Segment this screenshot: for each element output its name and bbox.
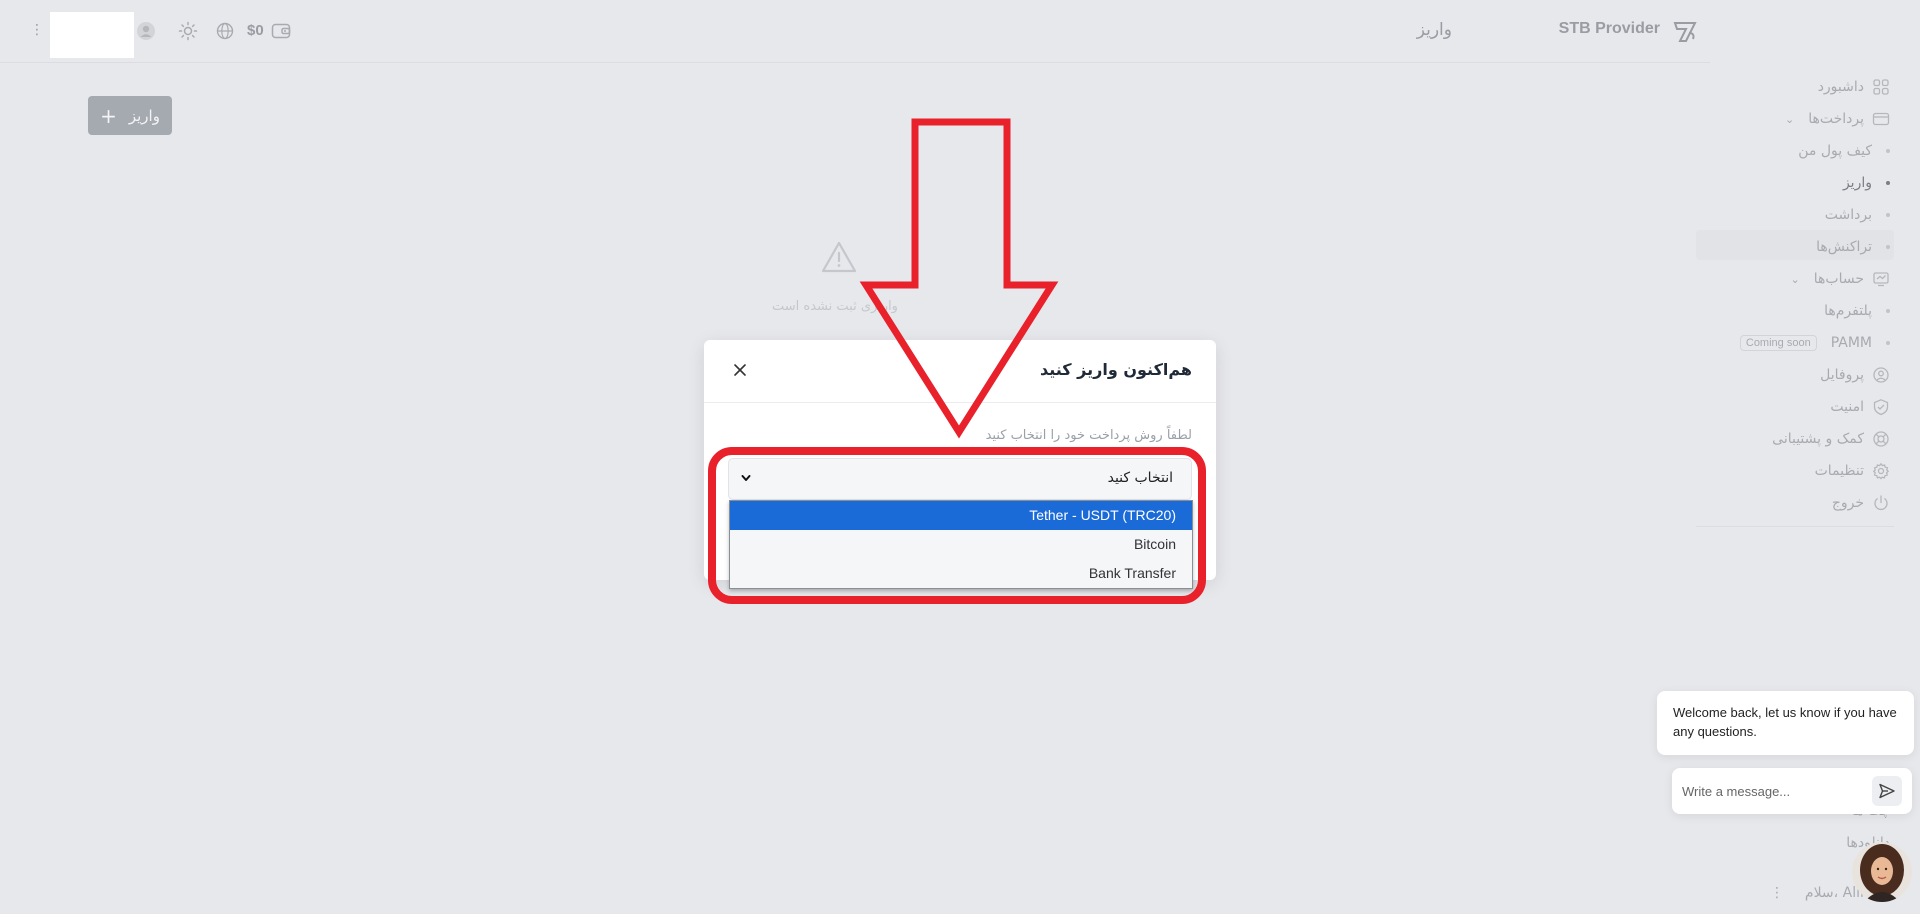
power-icon bbox=[1874, 495, 1888, 511]
chevron-down-icon: ⌄ bbox=[1784, 112, 1795, 126]
chat-message-input[interactable] bbox=[1682, 780, 1862, 802]
gear-icon bbox=[1872, 462, 1890, 480]
top-bar-blank-box bbox=[50, 12, 134, 58]
warning-icon bbox=[821, 241, 857, 273]
bullet-icon bbox=[1886, 149, 1890, 153]
payment-method-label: لطفاً روش پرداخت خود را انتخاب کنید bbox=[985, 428, 1192, 443]
chat-welcome-bubble: Welcome back, let us know if you have an… bbox=[1657, 691, 1914, 755]
bullet-icon bbox=[1886, 213, 1890, 217]
sidebar-item-profile[interactable]: پروفایل bbox=[1820, 362, 1890, 388]
sidebar-item-help[interactable]: کمک و پشتیبانی bbox=[1772, 426, 1890, 452]
sidebar-label: حساب‌ها bbox=[1813, 271, 1864, 287]
chat-agent-avatar[interactable] bbox=[1852, 842, 1912, 902]
sidebar-label: داشبورد bbox=[1817, 79, 1864, 95]
chat-input-box bbox=[1672, 768, 1912, 814]
sidebar-label: امنیت bbox=[1830, 399, 1864, 415]
plus-icon: + bbox=[100, 103, 117, 128]
bullet-icon bbox=[1886, 309, 1890, 313]
brand-name: STB Provider bbox=[1558, 20, 1660, 37]
bullet-icon bbox=[1886, 341, 1890, 345]
sidebar-item-pamm[interactable]: PAMM Coming soon bbox=[1739, 330, 1890, 356]
modal-header: هم‌اکنون واریز کنید bbox=[704, 340, 1216, 403]
agent-portrait-icon bbox=[1852, 842, 1912, 902]
sidebar-label: تراکنش‌ها bbox=[1816, 239, 1872, 255]
bullet-icon bbox=[1886, 245, 1890, 249]
payment-method-dropdown: Tether - USDT (TRC20) Bitcoin Bank Trans… bbox=[729, 500, 1193, 589]
sidebar-item-accounts[interactable]: حساب‌ها ⌄ bbox=[1791, 266, 1890, 292]
option-tether-usdt-trc20[interactable]: Tether - USDT (TRC20) bbox=[730, 501, 1192, 530]
top-bar: ⋮ $0 واریز STB Provider bbox=[0, 0, 1710, 63]
balance-amount: $0 bbox=[247, 22, 264, 39]
sidebar-label: پرداخت‌ها bbox=[1808, 111, 1864, 127]
grid-icon bbox=[1873, 79, 1889, 95]
close-icon[interactable] bbox=[732, 362, 748, 378]
shield-icon bbox=[1873, 399, 1889, 416]
globe-icon[interactable] bbox=[215, 21, 235, 41]
sidebar-item-transactions[interactable]: تراکنش‌ها bbox=[1816, 234, 1890, 260]
send-button[interactable] bbox=[1872, 776, 1902, 806]
modal-title: هم‌اکنون واریز کنید bbox=[1040, 360, 1192, 379]
send-icon bbox=[1879, 783, 1895, 799]
sidebar-item-withdraw[interactable]: برداشت bbox=[1825, 202, 1890, 228]
credit-card-icon bbox=[1872, 112, 1890, 126]
deposit-button[interactable]: واریز + bbox=[88, 96, 172, 135]
bullet-icon bbox=[1886, 181, 1890, 185]
sidebar-item-platforms[interactable]: پلتفرم‌ها bbox=[1824, 298, 1890, 324]
option-bitcoin[interactable]: Bitcoin bbox=[730, 530, 1192, 559]
user-circle-icon bbox=[1873, 367, 1889, 383]
sidebar-label: پروفایل bbox=[1820, 367, 1864, 383]
user-menu-kebab-icon[interactable]: ⋮ bbox=[1770, 885, 1784, 901]
user-avatar-icon[interactable] bbox=[136, 21, 156, 41]
empty-state-text: واریزی ثبت نشده است bbox=[772, 299, 898, 314]
chevron-down-icon: ⌄ bbox=[1790, 272, 1800, 286]
deposit-button-label: واریز bbox=[128, 106, 160, 125]
sidebar-item-security[interactable]: امنیت bbox=[1830, 394, 1890, 420]
sidebar-divider bbox=[1696, 526, 1894, 527]
option-bank-transfer[interactable]: Bank Transfer bbox=[730, 559, 1192, 588]
select-current-value: انتخاب کنید bbox=[1107, 470, 1173, 486]
sidebar-item-settings[interactable]: تنظیمات bbox=[1815, 458, 1890, 484]
sidebar-label: کیف پول من bbox=[1798, 143, 1872, 159]
sidebar-label: PAMM bbox=[1830, 335, 1872, 351]
wallet-icon[interactable] bbox=[271, 22, 291, 40]
chevron-down-icon bbox=[741, 475, 751, 481]
coming-soon-badge: Coming soon bbox=[1739, 335, 1817, 351]
sidebar-label: خروج bbox=[1831, 495, 1864, 511]
sidebar-item-dashboard[interactable]: داشبورد bbox=[1818, 74, 1890, 100]
sidebar-label: پلتفرم‌ها bbox=[1824, 303, 1872, 319]
sidebar-label: برداشت bbox=[1824, 207, 1872, 223]
sun-icon[interactable] bbox=[178, 21, 198, 41]
sidebar-label: کمک و پشتیبانی bbox=[1772, 431, 1864, 447]
brand[interactable]: STB Provider bbox=[1500, 0, 1710, 63]
sidebar-label: واریز bbox=[1842, 175, 1872, 191]
sidebar-label: تنظیمات bbox=[1814, 463, 1864, 479]
sidebar-item-my-wallet[interactable]: کیف پول من bbox=[1798, 138, 1890, 164]
kebab-menu-icon[interactable]: ⋮ bbox=[30, 22, 44, 42]
sidebar-item-deposit[interactable]: واریز bbox=[1843, 170, 1890, 196]
page-title: واریز bbox=[1416, 20, 1452, 40]
lifebuoy-icon bbox=[1873, 431, 1889, 447]
sidebar-item-logout[interactable]: خروج bbox=[1832, 490, 1890, 516]
payment-method-select[interactable]: انتخاب کنید bbox=[728, 458, 1192, 500]
accounts-icon bbox=[1873, 272, 1889, 287]
stb-logo-icon bbox=[1673, 22, 1697, 42]
sidebar-item-payments[interactable]: پرداخت‌ها ⌄ bbox=[1785, 106, 1890, 132]
